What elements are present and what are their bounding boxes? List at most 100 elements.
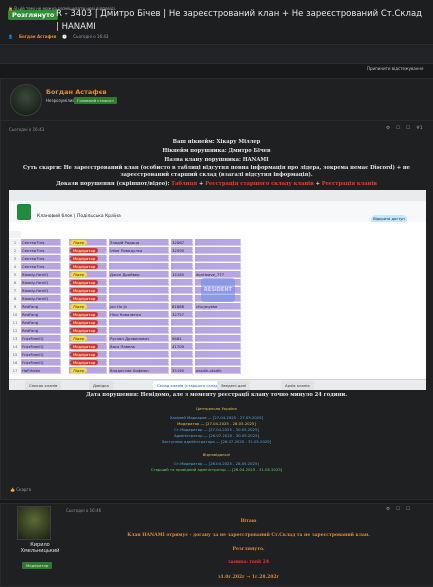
table-cell[interactable]: Лідер	[69, 271, 107, 278]
report-icon[interactable]: ☐	[406, 126, 410, 131]
table-cell[interactable]: Лідер	[69, 335, 107, 342]
table-cell[interactable]	[195, 359, 241, 366]
table-cell[interactable]: СектерТіня	[21, 263, 61, 270]
bookmark-icon[interactable]: ☐	[396, 507, 400, 512]
table-cell[interactable]: Джон Драйвер	[109, 271, 169, 278]
table-cell[interactable]	[195, 319, 241, 326]
table-cell[interactable]: 32090	[171, 247, 193, 254]
evidence-link-clans[interactable]: Реєстрація кланів	[322, 181, 377, 187]
post-number[interactable]: #1	[416, 126, 423, 131]
table-cell[interactable]: Руслан Дровинович	[109, 335, 169, 342]
table-cell[interactable]	[171, 279, 193, 286]
table-cell[interactable]	[109, 359, 169, 366]
table-cell[interactable]: FrizzFamilQ	[21, 343, 61, 350]
avatar[interactable]	[10, 84, 42, 116]
table-cell[interactable]: RedFang	[21, 311, 61, 318]
sheet-tab[interactable]: Склад кланів (старшого складу)	[153, 381, 226, 390]
table-cell[interactable]	[109, 351, 169, 358]
table-cell[interactable]: FrizzFamilQ	[21, 335, 61, 342]
table-cell[interactable]	[109, 319, 169, 326]
table-cell[interactable]: 14185	[171, 271, 193, 278]
table-cell[interactable]	[171, 263, 193, 270]
evidence-screenshot[interactable]: Клановий блок | Подільська Країна Файл З…	[9, 190, 426, 390]
table-cell[interactable]: СектерТіня	[21, 247, 61, 254]
table-cell[interactable]: 32067	[171, 239, 193, 246]
table-cell[interactable]: 61688	[171, 303, 193, 310]
table-cell[interactable]: Модератор	[69, 327, 107, 334]
post-date[interactable]: Сьогодні о 16:46	[66, 508, 101, 513]
table-cell[interactable]: dontleave_777	[195, 271, 241, 278]
bookmark-icon[interactable]: ☐	[396, 126, 400, 131]
sheet-tab[interactable]: Довідка	[89, 381, 113, 390]
table-cell[interactable]: Модератор	[69, 359, 107, 366]
table-cell[interactable]: СектерТіня	[21, 239, 61, 246]
table-cell[interactable]	[171, 287, 193, 294]
table-cell[interactable]	[171, 319, 193, 326]
table-cell[interactable]	[171, 327, 193, 334]
table-cell[interactable]	[109, 287, 169, 294]
table-cell[interactable]	[171, 255, 193, 262]
post-date[interactable]: Сьогодні о 16:43	[9, 127, 44, 132]
table-cell[interactable]	[195, 311, 241, 318]
table-cell[interactable]: Лідер	[69, 303, 107, 310]
table-cell[interactable]: 41709	[171, 343, 193, 350]
table-cell[interactable]	[195, 343, 241, 350]
table-cell[interactable]	[109, 279, 169, 286]
table-cell[interactable]: Модератор	[69, 279, 107, 286]
table-cell[interactable]	[171, 359, 193, 366]
table-cell[interactable]: Модератор	[69, 343, 107, 350]
table-cell[interactable]: Jon Ho Jo	[109, 303, 169, 310]
table-cell[interactable]: Ніко Коваленко	[109, 311, 169, 318]
table-cell[interactable]: oksdik.oksdik	[195, 367, 241, 374]
table-cell[interactable]: FrizzFamilQ	[21, 359, 61, 366]
sheet-tab[interactable]: Архів кланів	[281, 381, 314, 390]
table-cell[interactable]: СектерТіня	[21, 255, 61, 262]
table-cell[interactable]	[195, 255, 241, 262]
table-cell[interactable]: Модератор	[69, 247, 107, 254]
table-cell[interactable]: chicjmyeke	[195, 303, 241, 310]
table-cell[interactable]: Bloody-FamiQ	[21, 271, 61, 278]
table-cell[interactable]: Вася Павель	[109, 343, 169, 350]
table-cell[interactable]: Модератор	[69, 287, 107, 294]
table-cell[interactable]	[171, 351, 193, 358]
evidence-link-table[interactable]: Таблиця	[171, 181, 197, 187]
table-cell[interactable]: Іліон Поведулко	[109, 247, 169, 254]
table-cell[interactable]: FrizzFamilQ	[21, 351, 61, 358]
avatar[interactable]	[17, 506, 51, 540]
table-cell[interactable]: RedFang	[21, 327, 61, 334]
table-cell[interactable]	[171, 295, 193, 302]
share-icon[interactable]: ⚙	[386, 126, 390, 131]
table-cell[interactable]: Модератор	[69, 311, 107, 318]
table-cell[interactable]: RedFang	[21, 319, 61, 326]
table-cell[interactable]: Bloody-FamiQ	[21, 279, 61, 286]
table-cell[interactable]: Модератор	[69, 295, 107, 302]
table-cell[interactable]	[195, 263, 241, 270]
table-cell[interactable]	[109, 327, 169, 334]
table-cell[interactable]	[109, 295, 169, 302]
unwatch-button[interactable]: Припинити відстежування	[367, 66, 423, 71]
table-cell[interactable]: Лідер	[69, 367, 107, 374]
table-cell[interactable]: Bloody-FamiQ	[21, 295, 61, 302]
post-author[interactable]: Богдан Астафєв	[46, 88, 107, 96]
table-cell[interactable]	[109, 255, 169, 262]
table-cell[interactable]: Модератор	[69, 263, 107, 270]
evidence-link-senior[interactable]: Реєстрація старшого складу кланів	[205, 181, 314, 187]
table-cell[interactable]: 35190	[171, 367, 193, 374]
table-cell[interactable]: Модератор	[69, 319, 107, 326]
sheet-tab[interactable]: Зведені дані	[217, 381, 251, 390]
table-cell[interactable]: Модератор	[69, 351, 107, 358]
table-cell[interactable]	[109, 263, 169, 270]
table-cell[interactable]	[195, 239, 241, 246]
table-cell[interactable]	[195, 351, 241, 358]
share-icon[interactable]: ⚙	[386, 507, 390, 512]
table-cell[interactable]: Злодій Радиця	[109, 239, 169, 246]
report-icon[interactable]: ☐	[406, 507, 410, 512]
sheet-tab[interactable]: Список кланів	[25, 381, 62, 390]
thread-author[interactable]: Богдан Астафєв	[19, 34, 56, 39]
post-author[interactable]: Кирило Хмельницький	[17, 542, 63, 554]
table-cell[interactable]: HoFHolex	[21, 367, 61, 374]
table-cell[interactable]: Модератор	[69, 255, 107, 262]
table-cell[interactable]	[195, 327, 241, 334]
table-cell[interactable]	[195, 335, 241, 342]
table-cell[interactable]: 9461	[171, 335, 193, 342]
